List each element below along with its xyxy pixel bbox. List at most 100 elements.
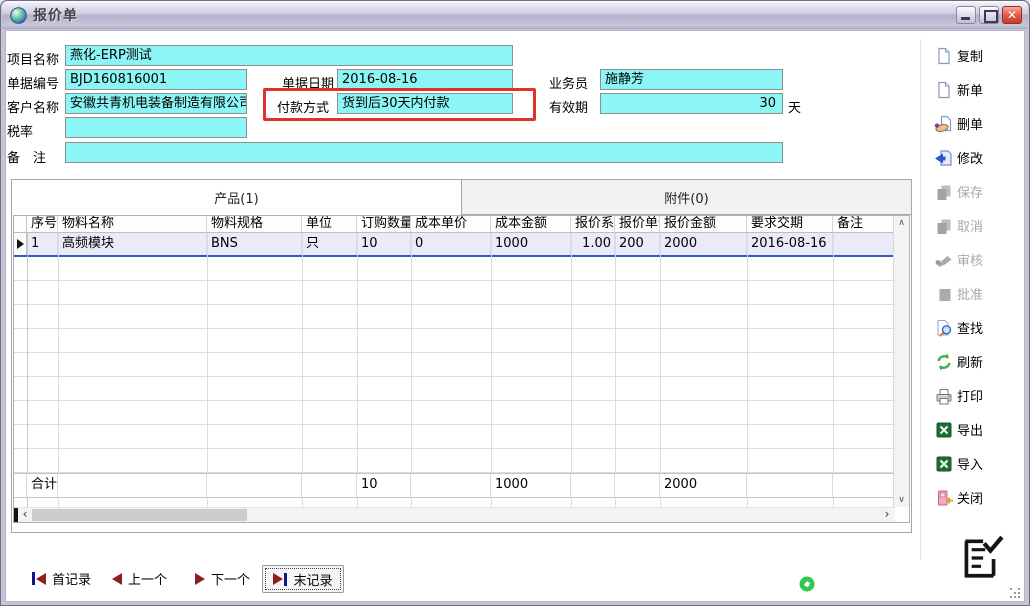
vertical-scrollbar[interactable]: ∧ ∨ <box>893 216 909 507</box>
find-button[interactable]: 查找 <box>934 317 1026 338</box>
cell-factor: 1.00 <box>571 233 615 255</box>
table-row-selected[interactable]: 1 高频模块 BNS 只 10 0 1000 1.00 200 2000 201… <box>14 233 894 257</box>
close-form-button[interactable]: 关闭 <box>934 487 1026 508</box>
customer-label: 客户名称 <box>7 97 59 116</box>
tab-products[interactable]: 产品(1) <box>11 179 462 215</box>
horizontal-scrollbar[interactable]: ‹ › <box>14 507 895 522</box>
validity-label: 有效期 <box>549 97 588 116</box>
first-record-icon <box>32 572 46 585</box>
close-window-button[interactable] <box>1002 6 1022 24</box>
document-icon <box>934 46 954 66</box>
remark-label: 备 注 <box>7 147 46 166</box>
scroll-right-icon[interactable]: › <box>880 508 894 522</box>
col-unit: 单位 <box>302 216 357 233</box>
printer-icon <box>934 386 954 406</box>
window-title: 报价单 <box>33 5 78 25</box>
delete-doc-button[interactable]: 删单 <box>934 113 1026 134</box>
first-record-button[interactable]: 首记录 <box>32 565 91 592</box>
totals-row: 合计 10 1000 2000 <box>14 473 894 498</box>
doc-no-label: 单据编号 <box>7 73 59 92</box>
col-quote-price: 报价单价 <box>615 216 660 233</box>
cancel-icon <box>934 216 954 236</box>
cell-seq: 1 <box>27 233 58 255</box>
resize-grip[interactable] <box>1010 588 1022 600</box>
horizontal-scroll-thumb[interactable] <box>32 509 247 521</box>
modify-button[interactable]: 修改 <box>934 147 1026 168</box>
cell-delivery: 2016-08-16 <box>747 233 833 255</box>
exit-door-icon <box>934 488 954 508</box>
col-name: 物料名称 <box>58 216 207 233</box>
minimize-button[interactable] <box>956 6 976 24</box>
last-record-button[interactable]: 末记录 <box>262 565 344 593</box>
tax-label: 税率 <box>7 121 33 140</box>
doc-no-field[interactable]: BJD160816001 <box>65 69 247 90</box>
import-button[interactable]: 导入 <box>934 453 1026 474</box>
excel-icon <box>934 420 954 440</box>
print-button[interactable]: 打印 <box>934 385 1026 406</box>
totals-cost-amount: 1000 <box>491 474 571 497</box>
next-record-icon <box>195 573 205 585</box>
audit-button[interactable]: 审核 <box>934 249 1026 270</box>
col-remark: 备注 <box>833 216 894 233</box>
title-bar: 报价单 <box>2 1 1028 29</box>
cell-spec: BNS <box>207 233 302 255</box>
last-record-icon <box>273 573 287 586</box>
tab-attachments[interactable]: 附件(0) <box>462 179 912 215</box>
col-cost-amount: 成本金额 <box>491 216 571 233</box>
payment-label: 付款方式 <box>277 97 329 116</box>
save-button[interactable]: 保存 <box>934 181 1026 202</box>
payment-field[interactable]: 货到后30天内付款 <box>337 93 513 114</box>
globe-app-icon <box>10 7 27 24</box>
salesman-field[interactable]: 施静芳 <box>600 69 783 90</box>
excel-icon <box>934 454 954 474</box>
doc-date-field[interactable]: 2016-08-16 <box>337 69 513 90</box>
cancel-button[interactable]: 取消 <box>934 215 1026 236</box>
validity-field[interactable]: 30 <box>600 93 783 114</box>
tax-field[interactable] <box>65 117 247 138</box>
arrow-document-icon <box>934 148 954 168</box>
grid-header-row: 序号 物料名称 物料规格 单位 订购数量 成本单价 成本金额 报价系 报价单价 … <box>14 216 894 233</box>
search-icon <box>934 318 954 338</box>
checked-document-stamp-icon <box>956 534 1004 582</box>
refresh-button[interactable]: 刷新 <box>934 351 1026 372</box>
col-spec: 物料规格 <box>207 216 302 233</box>
grid-header-indicator <box>14 216 27 233</box>
project-field[interactable]: 燕化-ERP测试 <box>65 45 513 66</box>
totals-label: 合计 <box>27 474 58 497</box>
cell-unit: 只 <box>302 233 357 255</box>
col-quote-amount: 报价金额 <box>660 216 747 233</box>
approve-button[interactable]: 批准 <box>934 283 1026 304</box>
totals-qty: 10 <box>357 474 411 497</box>
action-sidebar: 复制 新单 删单 修改 保存 取消 审核 批准 <box>934 45 1026 508</box>
col-qty: 订购数量 <box>357 216 411 233</box>
doc-date-label: 单据日期 <box>282 73 334 92</box>
save-icon <box>934 182 954 202</box>
validity-unit-label: 天 <box>788 97 801 116</box>
new-doc-button[interactable]: 新单 <box>934 79 1026 100</box>
tab-strip: 产品(1) 附件(0) <box>11 179 912 215</box>
cell-name: 高频模块 <box>58 233 207 255</box>
scroll-down-icon[interactable]: ∨ <box>894 493 909 507</box>
maximize-button[interactable] <box>979 6 999 24</box>
col-delivery: 要求交期 <box>747 216 833 233</box>
export-button[interactable]: 导出 <box>934 419 1026 440</box>
remark-field[interactable] <box>65 142 783 163</box>
refresh-icon <box>934 352 954 372</box>
cell-quote-amount: 2000 <box>660 233 747 255</box>
next-record-button[interactable]: 下一个 <box>195 565 250 592</box>
customer-field[interactable]: 安徽共青机电装备制造有限公司 <box>65 93 247 114</box>
cell-cost-amount: 1000 <box>491 233 571 255</box>
approve-icon <box>934 284 954 304</box>
copy-button[interactable]: 复制 <box>934 45 1026 66</box>
scroll-left-icon[interactable]: ‹ <box>18 508 32 522</box>
prev-record-icon <box>112 573 122 585</box>
empty-grid-rows <box>14 257 894 473</box>
scroll-up-icon[interactable]: ∧ <box>894 216 909 230</box>
quotation-window: 报价单 项目名称 燕化-ERP测试 单据编号 BJD160816001 单据日期… <box>0 0 1030 606</box>
totals-quote-amount: 2000 <box>660 474 747 497</box>
audit-icon <box>934 250 954 270</box>
col-cost-price: 成本单价 <box>411 216 491 233</box>
col-seq: 序号 <box>27 216 58 233</box>
cell-quote-price: 200 <box>615 233 660 255</box>
prev-record-button[interactable]: 上一个 <box>112 565 167 592</box>
